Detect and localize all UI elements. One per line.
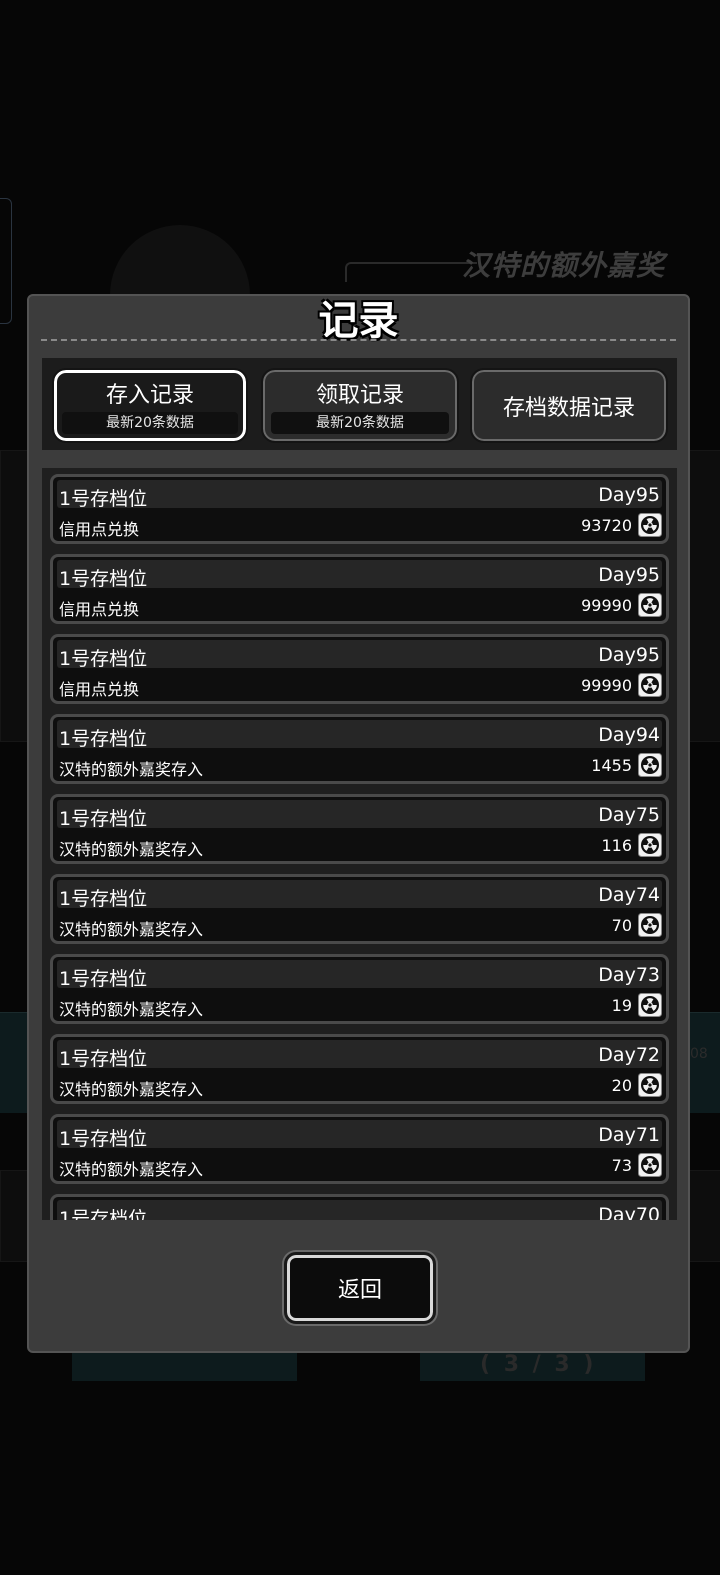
record-row: 1号存档位 Day73 汉特的额外嘉奖存入 19 <box>50 954 669 1024</box>
background-pager: ( 3 / 3 ) <box>480 1352 597 1377</box>
radiation-icon <box>638 1153 662 1177</box>
record-slot: 1号存档位 <box>59 888 148 910</box>
background-side-tab <box>0 198 12 324</box>
dialog-title: 记录 <box>318 298 399 344</box>
tab-label: 存入记录 <box>105 383 194 408</box>
tab-label: 存档数据记录 <box>502 395 635 421</box>
record-slot: 1号存档位 <box>59 1208 148 1220</box>
record-type: 汉特的额外嘉奖存入 <box>59 1160 204 1179</box>
record-header-bar <box>57 720 662 748</box>
record-slot: 1号存档位 <box>59 568 148 590</box>
record-type: 信用点兑换 <box>59 600 140 619</box>
record-day: Day74 <box>598 884 660 906</box>
tab-claim-records[interactable]: 领取记录 最新20条数据 <box>261 368 459 443</box>
record-header-bar <box>57 800 662 828</box>
record-header-bar <box>57 880 662 908</box>
record-type: 汉特的额外嘉奖存入 <box>59 760 204 779</box>
record-row: 1号存档位 Day95 信用点兑换 93720 <box>50 474 669 544</box>
radiation-icon <box>638 1073 662 1097</box>
title-divider <box>41 339 676 341</box>
background-banner-line <box>345 262 477 282</box>
tab-label: 领取记录 <box>315 383 404 408</box>
radiation-icon <box>638 753 662 777</box>
record-amount: 116 <box>601 836 632 855</box>
radiation-icon <box>638 913 662 937</box>
record-type: 汉特的额外嘉奖存入 <box>59 840 204 859</box>
record-slot: 1号存档位 <box>59 808 148 830</box>
record-slot: 1号存档位 <box>59 648 148 670</box>
record-amount: 19 <box>611 996 632 1015</box>
tab-subtitle: 最新20条数据 <box>271 412 449 434</box>
background-cut-text: 08 <box>690 1046 708 1062</box>
record-header-bar <box>57 1120 662 1148</box>
radiation-icon <box>638 993 662 1017</box>
radiation-icon <box>638 673 662 697</box>
record-slot: 1号存档位 <box>59 1128 148 1150</box>
record-row: 1号存档位 Day95 信用点兑换 99990 <box>50 554 669 624</box>
record-day: Day94 <box>598 724 660 746</box>
record-amount: 99990 <box>581 596 632 615</box>
record-slot: 1号存档位 <box>59 488 148 510</box>
record-amount: 99990 <box>581 676 632 695</box>
record-header-bar <box>57 1040 662 1068</box>
record-day: Day75 <box>598 804 660 826</box>
radiation-icon <box>638 513 662 537</box>
record-amount: 93720 <box>581 516 632 535</box>
record-header-bar <box>57 1200 662 1220</box>
record-slot: 1号存档位 <box>59 1048 148 1070</box>
background-banner-title: 汉特的额外嘉奖 <box>462 249 666 282</box>
tab-save-data-records[interactable]: 存档数据记录 <box>470 368 668 443</box>
record-amount: 70 <box>611 916 632 935</box>
record-row: 1号存档位 Day94 汉特的额外嘉奖存入 1455 <box>50 714 669 784</box>
tab-subtitle: 最新20条数据 <box>62 412 238 434</box>
record-type: 汉特的额外嘉奖存入 <box>59 1080 204 1099</box>
record-day: Day73 <box>598 964 660 986</box>
record-amount: 73 <box>611 1156 632 1175</box>
record-amount: 20 <box>611 1076 632 1095</box>
record-row: 1号存档位 Day75 汉特的额外嘉奖存入 116 <box>50 794 669 864</box>
record-type: 信用点兑换 <box>59 520 140 539</box>
record-type: 信用点兑换 <box>59 680 140 699</box>
record-day: Day72 <box>598 1044 660 1066</box>
records-dialog: 记录 存入记录 最新20条数据 领取记录 最新20条数据 存档数据记录 1号存档… <box>27 294 690 1353</box>
record-day: Day71 <box>598 1124 660 1146</box>
record-row: 1号存档位 Day74 汉特的额外嘉奖存入 70 <box>50 874 669 944</box>
background-left-button <box>72 1352 297 1381</box>
record-header-bar <box>57 640 662 668</box>
tab-bar: 存入记录 最新20条数据 领取记录 最新20条数据 存档数据记录 <box>42 358 677 450</box>
record-amount: 1455 <box>591 756 632 775</box>
record-header-bar <box>57 480 662 508</box>
record-day: Day95 <box>598 564 660 586</box>
record-row: 1号存档位 Day71 汉特的额外嘉奖存入 73 <box>50 1114 669 1184</box>
record-day: Day70 <box>598 1204 660 1220</box>
record-day: Day95 <box>598 644 660 666</box>
records-list[interactable]: 1号存档位 Day95 信用点兑换 93720 1号存档位 Day95 信用点兑… <box>42 468 677 1220</box>
record-row: 1号存档位 Day95 信用点兑换 99990 <box>50 634 669 704</box>
radiation-icon <box>638 593 662 617</box>
record-slot: 1号存档位 <box>59 968 148 990</box>
record-day: Day95 <box>598 484 660 506</box>
tab-deposit-records[interactable]: 存入记录 最新20条数据 <box>52 368 248 443</box>
record-row: 1号存档位 Day72 汉特的额外嘉奖存入 20 <box>50 1034 669 1104</box>
record-slot: 1号存档位 <box>59 728 148 750</box>
record-type: 汉特的额外嘉奖存入 <box>59 920 204 939</box>
record-header-bar <box>57 560 662 588</box>
record-type: 汉特的额外嘉奖存入 <box>59 1000 204 1019</box>
record-header-bar <box>57 960 662 988</box>
record-row: 1号存档位 Day70 <box>50 1194 669 1220</box>
return-button[interactable]: 返回 <box>284 1252 436 1324</box>
radiation-icon <box>638 833 662 857</box>
